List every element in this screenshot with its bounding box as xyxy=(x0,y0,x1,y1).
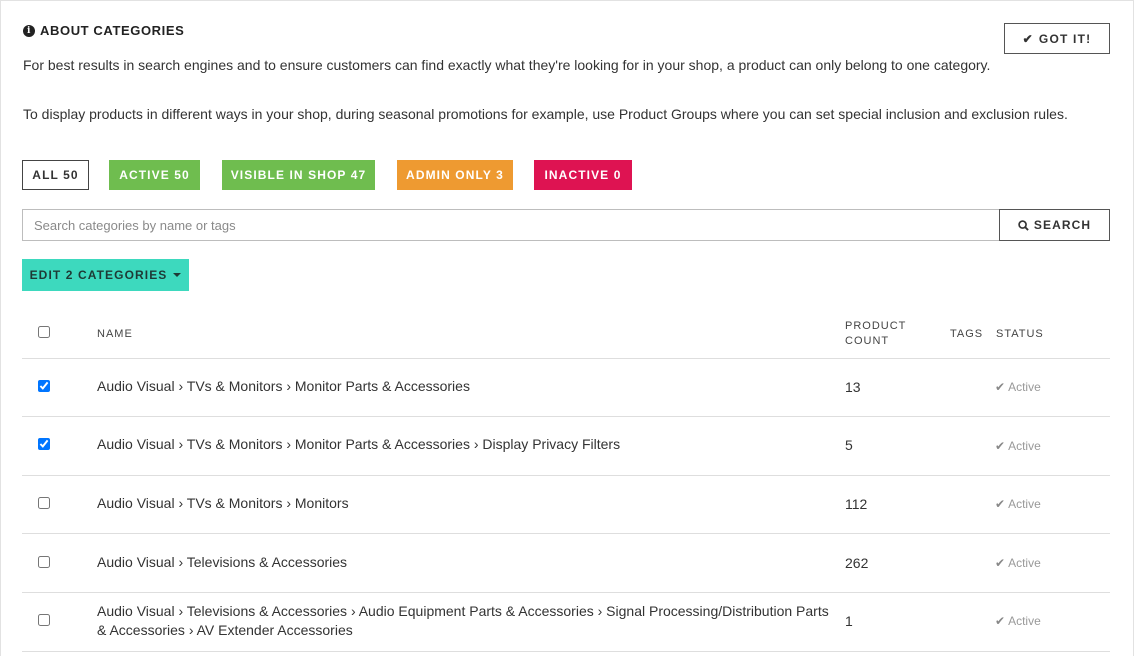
status-badge: ✔ Active xyxy=(995,497,1041,511)
search-button[interactable]: SEARCH xyxy=(999,209,1110,241)
check-icon: ✔ xyxy=(995,556,1006,570)
check-icon: ✔ xyxy=(995,439,1006,453)
filter-inactive[interactable]: INACTIVE 0 xyxy=(534,160,632,190)
row-checkbox[interactable] xyxy=(38,497,50,509)
divider xyxy=(22,358,1110,359)
search-button-label: SEARCH xyxy=(1033,218,1092,232)
about-paragraph-1: For best results in search engines and t… xyxy=(23,57,991,73)
status-label: Active xyxy=(1008,439,1041,453)
header-product-count[interactable]: PRODUCT COUNT xyxy=(845,319,906,349)
info-icon: i xyxy=(23,24,35,37)
filter-admin-only[interactable]: ADMIN ONLY 3 xyxy=(397,160,513,190)
status-label: Active xyxy=(1008,497,1041,511)
category-name-line1: Audio Visual › Televisions & Accessories… xyxy=(97,603,829,619)
product-count: 262 xyxy=(845,555,869,571)
product-count: 5 xyxy=(845,437,853,453)
divider xyxy=(22,592,1110,593)
category-name[interactable]: Audio Visual › Televisions & Accessories… xyxy=(97,602,829,640)
check-icon: ✔ xyxy=(995,380,1006,394)
product-count: 13 xyxy=(845,379,861,395)
header-tags[interactable]: TAGS xyxy=(950,327,983,342)
row-checkbox[interactable] xyxy=(38,556,50,568)
divider xyxy=(22,416,1110,417)
caret-down-icon xyxy=(173,273,182,277)
divider xyxy=(22,533,1110,534)
status-badge: ✔ Active xyxy=(995,439,1041,453)
row-checkbox[interactable] xyxy=(38,380,50,392)
edit-categories-button[interactable]: EDIT 2 CATEGORIES xyxy=(22,259,189,291)
check-icon: ✔ xyxy=(995,497,1006,511)
got-it-label: GOT IT! xyxy=(1038,31,1092,46)
select-all-checkbox[interactable] xyxy=(38,326,50,338)
category-name-line2: & Accessories › AV Extender Accessories xyxy=(97,622,353,638)
status-badge: ✔ Active xyxy=(995,614,1041,628)
about-heading: i ABOUT CATEGORIES xyxy=(23,23,184,38)
product-count: 112 xyxy=(845,496,868,512)
status-label: Active xyxy=(1008,614,1041,628)
status-label: Active xyxy=(1008,380,1041,394)
row-checkbox[interactable] xyxy=(38,614,50,626)
filter-all[interactable]: ALL 50 xyxy=(22,160,89,190)
product-count: 1 xyxy=(845,613,853,629)
header-product-count-line2: COUNT xyxy=(845,335,890,347)
filter-active[interactable]: ACTIVE 50 xyxy=(109,160,200,190)
got-it-button[interactable]: ✔ GOT IT! xyxy=(1004,23,1110,54)
status-label: Active xyxy=(1008,556,1041,570)
divider xyxy=(22,651,1110,652)
category-name[interactable]: Audio Visual › Televisions & Accessories xyxy=(97,553,347,572)
status-badge: ✔ Active xyxy=(995,380,1041,394)
check-icon: ✔ xyxy=(1022,31,1034,46)
filter-visible-in-shop[interactable]: VISIBLE IN SHOP 47 xyxy=(222,160,375,190)
about-paragraph-2: To display products in different ways in… xyxy=(23,106,1068,122)
check-icon: ✔ xyxy=(995,614,1006,628)
search-input[interactable] xyxy=(22,209,1000,241)
search-icon xyxy=(1018,219,1029,231)
category-name[interactable]: Audio Visual › TVs & Monitors › Monitor … xyxy=(97,377,470,396)
header-product-count-line1: PRODUCT xyxy=(845,320,907,332)
about-title: ABOUT CATEGORIES xyxy=(40,23,185,38)
divider xyxy=(22,475,1110,476)
row-checkbox[interactable] xyxy=(38,438,50,450)
category-name[interactable]: Audio Visual › TVs & Monitors › Monitors xyxy=(97,494,349,513)
edit-categories-label: EDIT 2 CATEGORIES xyxy=(29,268,168,282)
header-status[interactable]: STATUS xyxy=(996,327,1044,342)
category-name[interactable]: Audio Visual › TVs & Monitors › Monitor … xyxy=(97,435,620,454)
header-name[interactable]: NAME xyxy=(97,327,133,342)
status-badge: ✔ Active xyxy=(995,556,1041,570)
